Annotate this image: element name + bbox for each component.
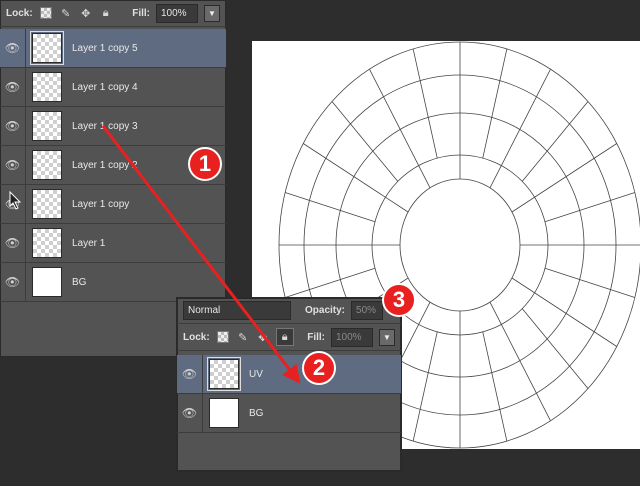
small-fill-label: Fill: bbox=[307, 331, 325, 343]
small-layer-row[interactable]: 👁︎ UV bbox=[177, 355, 401, 394]
small-lock-transparent-icon[interactable] bbox=[216, 330, 230, 344]
eye-icon[interactable]: 👁︎ bbox=[0, 29, 26, 67]
main-layer-row[interactable]: 👁︎ Layer 1 copy 5 bbox=[0, 29, 226, 68]
small-lock-all-icon[interactable]: 🔒︎ bbox=[275, 328, 294, 346]
layer-name: Layer 1 copy bbox=[72, 198, 130, 210]
eye-icon[interactable]: 👁︎ bbox=[0, 224, 26, 262]
main-layer-row[interactable]: 👁︎ Layer 1 copy 4 bbox=[0, 68, 226, 107]
eye-icon[interactable]: 👁︎ bbox=[0, 146, 26, 184]
main-layer-row[interactable]: 👁︎ Layer 1 copy 3 bbox=[0, 107, 226, 146]
small-lock-toolbar: Lock: ✎ ✥ 🔒︎ Fill: 100% ▼ bbox=[177, 324, 401, 351]
layer-thumbnail bbox=[207, 357, 241, 391]
layer-name: Layer 1 bbox=[72, 237, 106, 249]
eye-icon[interactable]: 👁︎ bbox=[0, 107, 26, 145]
eye-icon[interactable]: 👁︎ bbox=[177, 355, 203, 393]
lock-label: Lock: bbox=[6, 7, 33, 19]
eye-icon[interactable]: 👁︎ bbox=[177, 394, 203, 432]
layer-name: Layer 1 copy 2 bbox=[72, 159, 138, 171]
layer-name: BG bbox=[72, 276, 87, 288]
small-lock-label: Lock: bbox=[183, 331, 210, 343]
blend-mode-select[interactable]: Normal bbox=[183, 301, 291, 320]
lock-move-icon[interactable]: ✥ bbox=[79, 6, 93, 20]
layer-thumbnail bbox=[32, 267, 62, 297]
eye-icon[interactable]: 👁︎ bbox=[0, 263, 26, 301]
main-layer-row[interactable]: 👁︎Layer 1 copy bbox=[0, 185, 226, 224]
lock-transparent-icon[interactable] bbox=[39, 6, 53, 20]
small-layer-row[interactable]: 👁︎ BG bbox=[177, 394, 401, 433]
main-layer-row[interactable]: 👁︎ Layer 1 bbox=[0, 224, 226, 263]
layer-name: Layer 1 copy 5 bbox=[72, 42, 138, 54]
layer-thumbnail bbox=[32, 150, 62, 180]
layer-thumbnail bbox=[30, 31, 64, 65]
lock-toolbar: Lock: ✎ ✥ 🔒︎ Fill: 100% ▼ bbox=[0, 0, 226, 27]
mouse-cursor-icon bbox=[9, 191, 22, 210]
layer-thumbnail bbox=[209, 398, 239, 428]
eye-icon[interactable]: 👁︎ bbox=[0, 68, 26, 106]
small-lock-move-icon[interactable]: ✥ bbox=[256, 330, 270, 344]
fill-input[interactable]: 100% bbox=[156, 3, 198, 23]
layer-thumbnail bbox=[32, 228, 62, 258]
fill-label: Fill: bbox=[132, 7, 150, 19]
badge-one: 1 bbox=[188, 147, 222, 181]
fill-dropdown-arrow-icon[interactable]: ▼ bbox=[204, 4, 220, 22]
layer-name: BG bbox=[249, 407, 264, 419]
blend-toolbar: Normal Opacity: 50% bbox=[177, 298, 401, 324]
opacity-input[interactable]: 50% bbox=[351, 301, 384, 320]
badge-three: 3 bbox=[382, 283, 416, 317]
small-lock-paint-icon[interactable]: ✎ bbox=[236, 330, 250, 344]
badge-two: 2 bbox=[302, 351, 336, 385]
layer-name: UV bbox=[249, 368, 263, 380]
layer-thumbnail bbox=[32, 72, 62, 102]
lock-paint-icon[interactable]: ✎ bbox=[59, 6, 73, 20]
small-fill-dropdown-arrow-icon[interactable]: ▼ bbox=[379, 328, 395, 346]
layer-thumbnail bbox=[32, 189, 62, 219]
layer-name: Layer 1 copy 3 bbox=[72, 120, 138, 132]
small-fill-input[interactable]: 100% bbox=[331, 327, 373, 347]
layer-name: Layer 1 copy 4 bbox=[72, 81, 138, 93]
lock-all-icon[interactable]: 🔒︎ bbox=[99, 6, 113, 20]
layer-thumbnail bbox=[32, 111, 62, 141]
layers-panel-small: Normal Opacity: 50% Lock: ✎ ✥ 🔒︎ Fill: 1… bbox=[176, 297, 402, 472]
opacity-label: Opacity: bbox=[305, 305, 346, 316]
